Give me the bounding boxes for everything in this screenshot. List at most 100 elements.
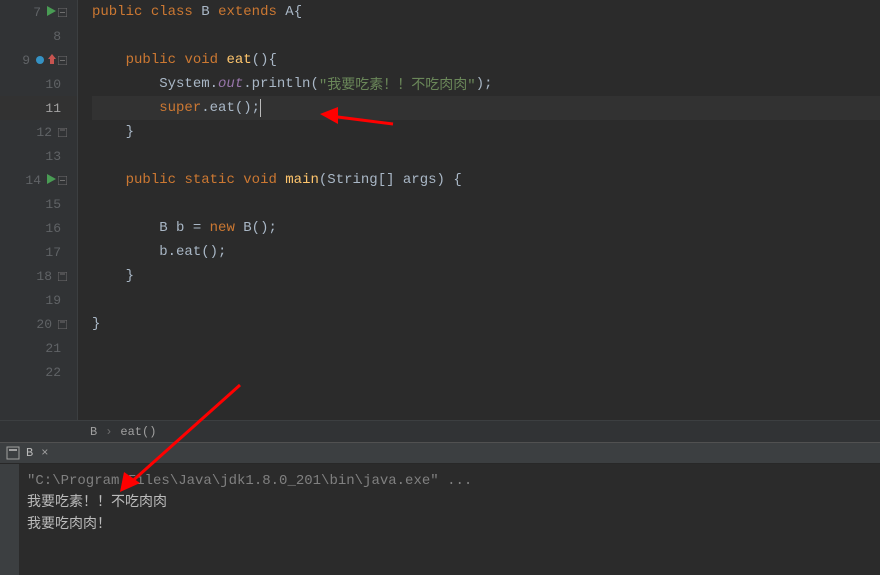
code-line[interactable]: } — [92, 312, 880, 336]
class-name: B — [201, 4, 209, 20]
line-number: 10 — [0, 77, 67, 92]
gutter-row[interactable]: 9 — [0, 48, 77, 72]
keyword: public — [126, 52, 176, 68]
tokens: (String[] — [319, 172, 403, 188]
brace: { — [294, 4, 302, 20]
tokens: B b = — [159, 220, 209, 236]
gutter: 7 8 9 10 11 12 — [0, 0, 78, 420]
run-gutter-icon[interactable] — [47, 173, 56, 188]
code-line-current[interactable]: super.eat(); — [92, 96, 880, 120]
keyword: public — [92, 4, 142, 20]
line-number: 14 — [0, 173, 47, 188]
line-number: 22 — [0, 365, 67, 380]
breadcrumb[interactable]: B › eat() — [0, 420, 880, 442]
line-number: 21 — [0, 341, 67, 356]
keyword: static — [184, 172, 234, 188]
console-output[interactable]: "C:\Program Files\Java\jdk1.8.0_201\bin\… — [0, 464, 880, 575]
keyword: void — [184, 52, 218, 68]
code-line[interactable] — [92, 192, 880, 216]
run-panel-header: B × — [0, 442, 880, 464]
gutter-row[interactable]: 16 — [0, 216, 77, 240]
run-tab-label[interactable]: B — [26, 446, 33, 460]
line-number: 12 — [0, 125, 58, 140]
gutter-row[interactable]: 7 — [0, 0, 77, 24]
breadcrumb-class[interactable]: B — [90, 425, 97, 439]
code-line[interactable]: System.out.println("我要吃素！！不吃肉肉"); — [92, 72, 880, 96]
line-number: 16 — [0, 221, 67, 236]
gutter-row[interactable]: 20 — [0, 312, 77, 336]
keyword: super — [159, 100, 201, 116]
gutter-row[interactable]: 8 — [0, 24, 77, 48]
keyword: public — [126, 172, 176, 188]
line-number: 11 — [0, 101, 67, 116]
code-line[interactable]: } — [92, 264, 880, 288]
text-cursor — [260, 99, 261, 117]
brace: } — [126, 124, 134, 140]
method-name: eat — [226, 52, 251, 68]
gutter-row[interactable]: 18 — [0, 264, 77, 288]
code-line[interactable]: } — [92, 120, 880, 144]
code-line[interactable]: B b = new B(); — [92, 216, 880, 240]
run-tab-icon — [6, 446, 20, 460]
tokens: b.eat(); — [159, 244, 226, 260]
tokens: ); — [476, 76, 493, 92]
keyword: void — [243, 172, 277, 188]
gutter-row[interactable]: 14 — [0, 168, 77, 192]
fold-close-icon[interactable] — [58, 320, 67, 329]
tokens: .eat(); — [201, 100, 260, 116]
line-number: 9 — [0, 53, 36, 68]
field: out — [218, 76, 243, 92]
code-line[interactable] — [92, 144, 880, 168]
line-number: 18 — [0, 269, 58, 284]
code-line[interactable] — [92, 288, 880, 312]
line-number: 7 — [0, 5, 47, 20]
line-number: 19 — [0, 293, 67, 308]
close-tab-icon[interactable]: × — [41, 446, 48, 460]
code-line[interactable]: public static void main(String[] args) { — [92, 168, 880, 192]
tokens: B(); — [235, 220, 277, 236]
gutter-row[interactable]: 13 — [0, 144, 77, 168]
code-line[interactable] — [92, 336, 880, 360]
string-literal: "我要吃素！！不吃肉肉" — [319, 74, 476, 94]
line-number: 15 — [0, 197, 67, 212]
breadcrumb-separator: › — [105, 425, 112, 439]
code-line[interactable] — [92, 360, 880, 384]
line-number: 13 — [0, 149, 67, 164]
code-line[interactable] — [92, 24, 880, 48]
gutter-row[interactable]: 19 — [0, 288, 77, 312]
fold-minus-icon[interactable] — [58, 56, 67, 65]
tokens: (){ — [252, 52, 277, 68]
code-editor[interactable]: public class B extends A{ public void ea… — [78, 0, 880, 420]
fold-minus-icon[interactable] — [58, 176, 67, 185]
class-name: A — [285, 4, 293, 20]
code-line[interactable]: b.eat(); — [92, 240, 880, 264]
gutter-row[interactable]: 22 — [0, 360, 77, 384]
line-number: 17 — [0, 245, 67, 260]
param: args — [403, 172, 437, 188]
code-line[interactable]: public class B extends A{ — [92, 0, 880, 24]
tokens: .println( — [243, 76, 319, 92]
code-line[interactable]: public void eat(){ — [92, 48, 880, 72]
vcs-change-icon — [36, 56, 44, 64]
console-line: 我要吃素！！不吃肉肉 — [27, 492, 870, 514]
tokens: ) { — [437, 172, 462, 188]
fold-minus-icon[interactable] — [58, 8, 67, 17]
editor-area: 7 8 9 10 11 12 — [0, 0, 880, 420]
gutter-row[interactable]: 10 — [0, 72, 77, 96]
tokens: System. — [159, 76, 218, 92]
breadcrumb-method[interactable]: eat() — [120, 425, 156, 439]
fold-close-icon[interactable] — [58, 272, 67, 281]
keyword: extends — [218, 4, 277, 20]
run-gutter-icon[interactable] — [47, 5, 56, 20]
override-up-icon[interactable] — [48, 53, 56, 68]
gutter-row[interactable]: 17 — [0, 240, 77, 264]
gutter-row[interactable]: 12 — [0, 120, 77, 144]
gutter-row[interactable]: 15 — [0, 192, 77, 216]
console-line: 我要吃肉肉！ — [27, 514, 870, 536]
gutter-row[interactable]: 11 — [0, 96, 77, 120]
line-number: 20 — [0, 317, 58, 332]
fold-close-icon[interactable] — [58, 128, 67, 137]
console-command: "C:\Program Files\Java\jdk1.8.0_201\bin\… — [27, 470, 870, 492]
console-left-strip — [0, 464, 20, 575]
gutter-row[interactable]: 21 — [0, 336, 77, 360]
